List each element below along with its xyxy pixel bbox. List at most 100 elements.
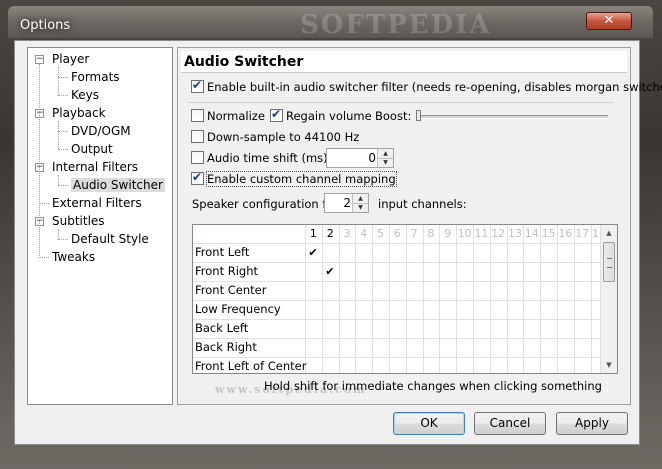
mapping-cell[interactable]: [322, 357, 339, 373]
timeshift-spinner[interactable]: 0 ▲ ▼: [326, 148, 394, 168]
mapping-cell[interactable]: [406, 319, 423, 338]
mapping-cell[interactable]: [305, 357, 322, 373]
normalize-label[interactable]: Normalize: [207, 109, 265, 123]
scroll-up-icon[interactable]: ▲: [601, 225, 617, 241]
enable-filter-label[interactable]: Enable built-in audio switcher filter (n…: [207, 80, 662, 94]
mapping-cell[interactable]: [473, 319, 490, 338]
mapping-cell[interactable]: [339, 262, 356, 281]
tree-item-output[interactable]: Output: [71, 141, 113, 157]
mapping-cell[interactable]: [473, 357, 490, 373]
mapping-cell[interactable]: [406, 262, 423, 281]
mapping-cell[interactable]: [540, 300, 557, 319]
speaker-spin-arrows[interactable]: ▲ ▼: [352, 194, 368, 212]
custom-mapping-checkbox[interactable]: [191, 170, 204, 185]
boost-slider-thumb[interactable]: [416, 110, 421, 121]
spin-down-icon[interactable]: ▼: [353, 203, 368, 212]
downsample-label[interactable]: Down-sample to 44100 Hz: [207, 130, 359, 144]
mapping-cell[interactable]: [305, 281, 322, 300]
mapping-cell[interactable]: [523, 243, 540, 262]
timeshift-label[interactable]: Audio time shift (ms):: [207, 151, 332, 165]
mapping-cell[interactable]: [473, 300, 490, 319]
mapping-cell[interactable]: [372, 338, 389, 357]
mapping-cell[interactable]: [574, 243, 591, 262]
vertical-scrollbar[interactable]: ▲ ▼: [600, 225, 617, 373]
mapping-cell[interactable]: [507, 300, 524, 319]
mapping-cell[interactable]: [456, 319, 473, 338]
mapping-cell[interactable]: [557, 319, 574, 338]
mapping-cell[interactable]: [507, 357, 524, 373]
mapping-cell[interactable]: [406, 281, 423, 300]
mapping-cell[interactable]: [305, 319, 322, 338]
mapping-cell[interactable]: [389, 319, 406, 338]
custom-mapping-label[interactable]: Enable custom channel mapping: [206, 171, 397, 187]
mapping-cell[interactable]: [574, 319, 591, 338]
mapping-cell[interactable]: [456, 262, 473, 281]
tree-item-dvd-ogm[interactable]: DVD/OGM: [71, 123, 131, 139]
check-icon[interactable]: ✔: [305, 243, 321, 262]
mapping-cell[interactable]: [540, 281, 557, 300]
mapping-cell[interactable]: [456, 300, 473, 319]
timeshift-value[interactable]: 0: [368, 151, 376, 165]
mapping-cell[interactable]: [540, 243, 557, 262]
mapping-cell[interactable]: [574, 338, 591, 357]
mapping-cell[interactable]: [456, 243, 473, 262]
downsample-checkbox[interactable]: [191, 130, 204, 143]
tree-item-player[interactable]: Player: [52, 51, 89, 67]
mapping-cell[interactable]: [507, 338, 524, 357]
mapping-cell[interactable]: [540, 357, 557, 373]
mapping-cell[interactable]: [339, 319, 356, 338]
mapping-cell[interactable]: [322, 319, 339, 338]
mapping-cell[interactable]: [490, 243, 507, 262]
mapping-cell[interactable]: [490, 262, 507, 281]
mapping-cell[interactable]: [523, 262, 540, 281]
mapping-cell[interactable]: [355, 338, 372, 357]
tree-item-internal-filters[interactable]: Internal Filters: [52, 159, 138, 175]
mapping-cell[interactable]: [574, 262, 591, 281]
mapping-cell[interactable]: [557, 281, 574, 300]
mapping-cell[interactable]: [355, 357, 372, 373]
mapping-cell[interactable]: [490, 357, 507, 373]
mapping-cell[interactable]: [490, 300, 507, 319]
mapping-cell[interactable]: [389, 281, 406, 300]
tree-item-formats[interactable]: Formats: [71, 69, 120, 85]
mapping-cell[interactable]: [389, 357, 406, 373]
mapping-cell[interactable]: [557, 262, 574, 281]
tree-item-keys[interactable]: Keys: [71, 87, 99, 103]
options-tree[interactable]: Player − Formats Keys Playback − DVD/OGM Output…: [27, 47, 173, 405]
mapping-cell[interactable]: [439, 262, 456, 281]
normalize-checkbox[interactable]: [191, 109, 204, 122]
mapping-cell[interactable]: [423, 357, 440, 373]
mapping-cell[interactable]: [406, 338, 423, 357]
mapping-cell[interactable]: [339, 357, 356, 373]
mapping-cell[interactable]: [523, 319, 540, 338]
mapping-cell[interactable]: [423, 319, 440, 338]
tree-item-subtitles[interactable]: Subtitles: [52, 213, 105, 229]
mapping-cell[interactable]: [389, 338, 406, 357]
tree-item-default-style[interactable]: Default Style: [71, 231, 149, 247]
tree-item-tweaks[interactable]: Tweaks: [52, 249, 95, 265]
mapping-cell[interactable]: [355, 281, 372, 300]
mapping-cell[interactable]: [523, 281, 540, 300]
mapping-cell[interactable]: [439, 281, 456, 300]
mapping-cell[interactable]: [322, 338, 339, 357]
mapping-cell[interactable]: [423, 243, 440, 262]
mapping-cell[interactable]: [574, 281, 591, 300]
mapping-cell[interactable]: [355, 262, 372, 281]
mapping-cell[interactable]: [439, 243, 456, 262]
tree-item-external-filters[interactable]: External Filters: [52, 195, 142, 211]
mapping-cell[interactable]: [574, 300, 591, 319]
mapping-cell[interactable]: [439, 357, 456, 373]
mapping-cell[interactable]: [406, 243, 423, 262]
enable-filter-checkbox[interactable]: [191, 78, 204, 93]
mapping-cell[interactable]: [372, 319, 389, 338]
mapping-cell[interactable]: [423, 338, 440, 357]
mapping-cell[interactable]: [389, 243, 406, 262]
mapping-cell[interactable]: [372, 300, 389, 319]
mapping-cell[interactable]: [507, 243, 524, 262]
mapping-cell[interactable]: [540, 319, 557, 338]
mapping-cell[interactable]: [473, 262, 490, 281]
mapping-cell[interactable]: [322, 281, 339, 300]
mapping-cell[interactable]: [557, 243, 574, 262]
mapping-cell[interactable]: [423, 300, 440, 319]
mapping-cell[interactable]: [507, 281, 524, 300]
